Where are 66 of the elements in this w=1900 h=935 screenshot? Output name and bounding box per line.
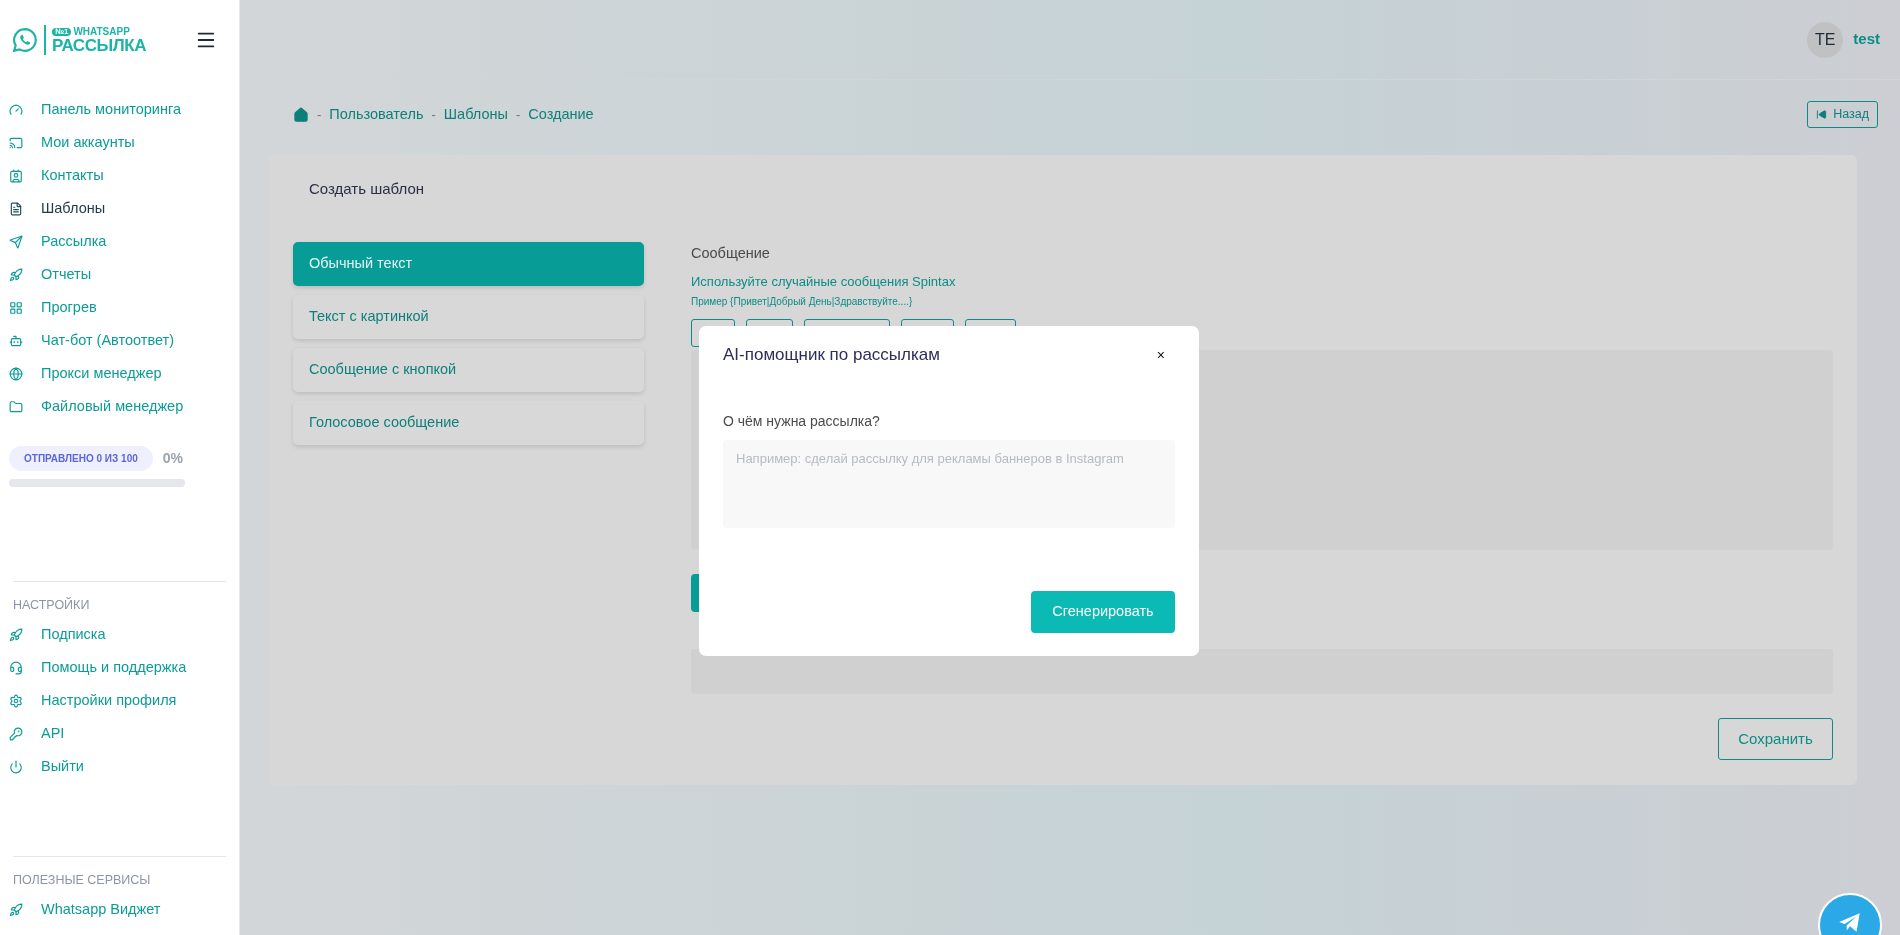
paper-plane-icon [9,234,23,249]
card-title: Создать шаблон [309,179,425,199]
breadcrumb-link[interactable]: Создание [528,103,594,126]
save-button[interactable]: Сохранить [1718,717,1833,760]
breadcrumb-link[interactable]: Пользователь [329,103,424,126]
home-icon[interactable] [293,106,309,123]
sidebar-item[interactable]: Подписка [41,624,106,647]
template-type-tab[interactable]: Голосовое сообщение [293,400,644,445]
breadcrumb-link[interactable]: Шаблоны [443,103,508,126]
template-type-tab[interactable]: Сообщение с кнопкой [293,347,644,392]
sidebar-item[interactable]: Прокси менеджер [41,362,162,385]
back-button[interactable]: Назад [1807,101,1878,128]
gauge-icon [9,102,23,117]
prompt-textarea[interactable]: Например: сделай рассылку для рекламы баннеров в Instagram [723,440,1175,528]
spintax-example: Пример {Привет|Добрый День|Здравствуйте....} [691,294,914,309]
sidebar-item[interactable]: Контакты [41,164,104,187]
spintax-hint: Используйте случайные сообщения Spintax [691,273,957,292]
whatsapp-logo-icon [12,27,38,53]
breadcrumb-separator: - [317,105,322,124]
sidebar-item[interactable]: Whatsapp Виджет [41,899,161,921]
rocket-icon [9,903,23,917]
breadcrumb-separator: - [431,105,436,124]
user-avatar[interactable]: TE [1807,21,1844,58]
logo-text: WHATSAPP [73,26,130,37]
logo-text: РАССЫЛКА [52,36,147,54]
quota-percent: 0% [162,449,183,468]
document-icon [9,201,23,216]
sidebar-item[interactable]: Файловый менеджер [41,395,184,418]
sidebar-item[interactable]: Чат-бот (Автоответ) [41,329,174,352]
sidebar-item[interactable]: Отчеты [41,263,92,286]
sidebar-item[interactable]: Рассылка [41,230,107,253]
generate-button[interactable]: Сгенерировать [1031,591,1175,633]
contact-card-icon [9,168,23,183]
sidebar-item[interactable]: API [41,723,65,746]
template-type-tab[interactable]: Текст с картинкой [293,294,644,339]
sidebar-item[interactable]: Мои аккаунты [41,131,135,154]
breadcrumb-separator: - [515,105,521,124]
sidebar-item[interactable]: Помощь и поддержка [41,657,187,680]
sidebar-item[interactable]: Шаблоны [41,197,106,220]
section-title: ПОЛЕЗНЫЕ СЕРВИСЫ [12,871,152,889]
close-button[interactable]: × [1156,344,1165,366]
field-label: О чём нужна рассылка? [723,412,881,431]
gear-icon [9,694,23,709]
cast-icon [9,135,23,150]
grid-plus-icon [9,300,23,315]
globe-icon [9,366,23,381]
power-icon [9,760,23,775]
sidebar-item[interactable]: Настройки профиля [41,690,177,713]
sidebar-item[interactable]: Выйти [41,756,84,779]
text-input[interactable] [691,648,1833,694]
user-name[interactable]: test [1853,28,1880,51]
field-label: Сообщение [691,243,771,263]
robot-icon [9,333,23,348]
key-icon [9,727,23,742]
section-title: НАСТРОЙКИ [12,596,91,614]
rocket-icon [9,628,23,643]
dialog-title: AI-помощник по рассылкам [723,344,940,367]
logo-badge: №1 [52,27,72,36]
headset-icon [9,661,23,676]
template-type-tab[interactable]: Обычный текст [293,241,644,286]
sidebar-item[interactable]: Прогрев [41,296,97,319]
quota-badge: ОТПРАВЛЕНО 0 ИЗ 100 [9,446,153,471]
sidebar-item[interactable]: Панель мониторинга [41,98,181,121]
skip-back-icon [1816,109,1828,120]
rocket-icon [9,267,23,282]
folder-icon [9,399,23,414]
